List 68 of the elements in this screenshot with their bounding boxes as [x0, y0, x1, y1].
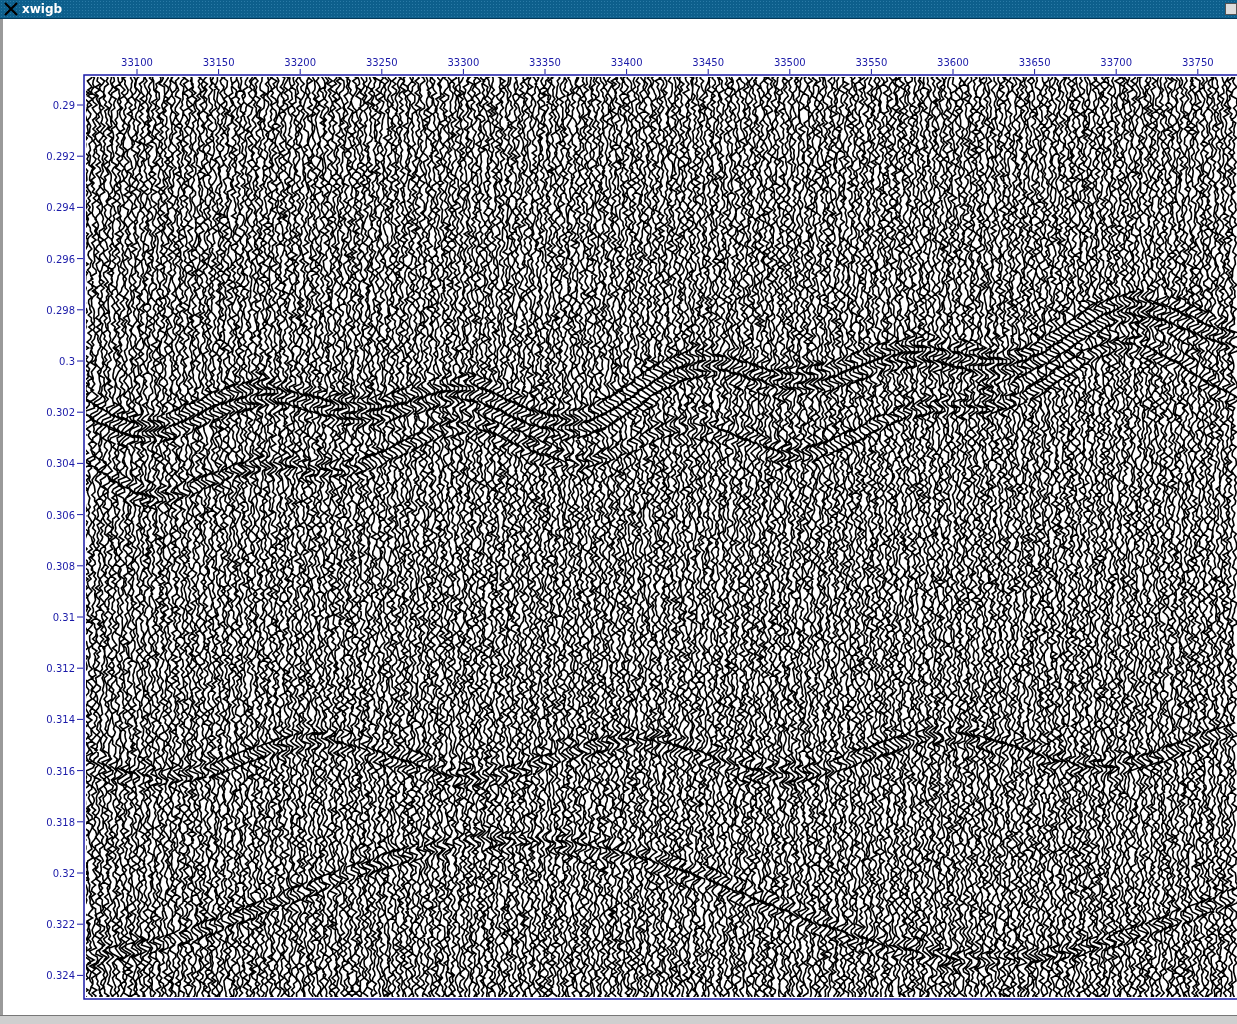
y-tick-label: 0.294 [46, 202, 75, 214]
axis-tick [789, 68, 791, 75]
y-tick-label: 0.29 [52, 100, 75, 111]
axis-tick [76, 923, 84, 925]
axis-tick [76, 514, 84, 516]
y-tick-label: 0.31 [52, 612, 75, 623]
axis-tick [1197, 68, 1199, 75]
axis-tick [76, 667, 84, 669]
axis-tick [870, 68, 872, 75]
y-tick-label: 0.312 [46, 663, 75, 675]
y-tick-label: 0.316 [46, 765, 75, 777]
x-tick-label: 33250 [365, 57, 398, 68]
y-tick-label: 0.296 [46, 253, 75, 265]
axis-tick [76, 616, 84, 618]
axis-tick [76, 309, 84, 311]
axis-tick [626, 68, 628, 75]
axis-tick [76, 821, 84, 823]
axis-tick [76, 872, 84, 874]
axis-tick [76, 718, 84, 720]
axis-tick [952, 68, 954, 75]
x-tick-label: 33600 [937, 57, 969, 68]
y-tick-label: 0.308 [46, 560, 75, 572]
axis-tick [76, 155, 84, 157]
axis-tick [218, 68, 220, 75]
axis-tick [76, 411, 84, 413]
x-tick-label: 33500 [773, 57, 806, 68]
x-logo-icon [4, 2, 18, 16]
y-tick-label: 0.3 [59, 356, 75, 367]
axis-tick [76, 360, 84, 362]
y-tick-label: 0.322 [46, 919, 75, 931]
y-tick-label: 0.306 [46, 509, 75, 521]
window-title: xwigb [22, 2, 63, 16]
axis-tick [76, 206, 84, 208]
axis-tick [136, 68, 138, 75]
axis-tick [76, 565, 84, 567]
y-tick-label: 0.298 [46, 304, 75, 316]
x-tick-label: 33200 [284, 57, 317, 68]
x-tick-label: 33400 [610, 57, 643, 68]
y-tick-label: 0.318 [46, 816, 75, 828]
y-tick-label: 0.292 [46, 151, 75, 163]
axis-tick [76, 258, 84, 260]
axis-tick [707, 68, 709, 75]
axis-tick [76, 462, 84, 464]
y-tick-label: 0.304 [46, 458, 75, 470]
x-tick-label: 33350 [529, 57, 561, 68]
axis-tick [544, 68, 546, 75]
axis-tick [1115, 68, 1117, 75]
axis-tick [462, 68, 464, 75]
window-button[interactable] [1225, 3, 1237, 15]
axis-tick [76, 974, 84, 976]
x-tick-label: 33150 [202, 57, 235, 68]
bottom-scrollbar[interactable] [0, 1015, 1237, 1024]
y-tick-label: 0.302 [46, 407, 75, 419]
axis-tick [76, 104, 84, 106]
x-tick-label: 33550 [855, 57, 888, 68]
x-tick-label: 33750 [1181, 57, 1214, 68]
x-tick-label: 33650 [1018, 57, 1051, 68]
x-tick-label: 33100 [121, 57, 153, 68]
axis-tick [381, 68, 383, 75]
axis-tick [76, 770, 84, 772]
y-tick-label: 0.32 [52, 868, 75, 879]
axis-tick [299, 68, 301, 75]
y-tick-label: 0.324 [46, 970, 75, 982]
y-tick-label: 0.314 [46, 714, 75, 726]
x-tick-label: 33700 [1100, 57, 1133, 68]
axis-tick [1034, 68, 1036, 75]
x-tick-label: 33300 [447, 57, 480, 68]
x-tick-label: 33450 [692, 57, 725, 68]
